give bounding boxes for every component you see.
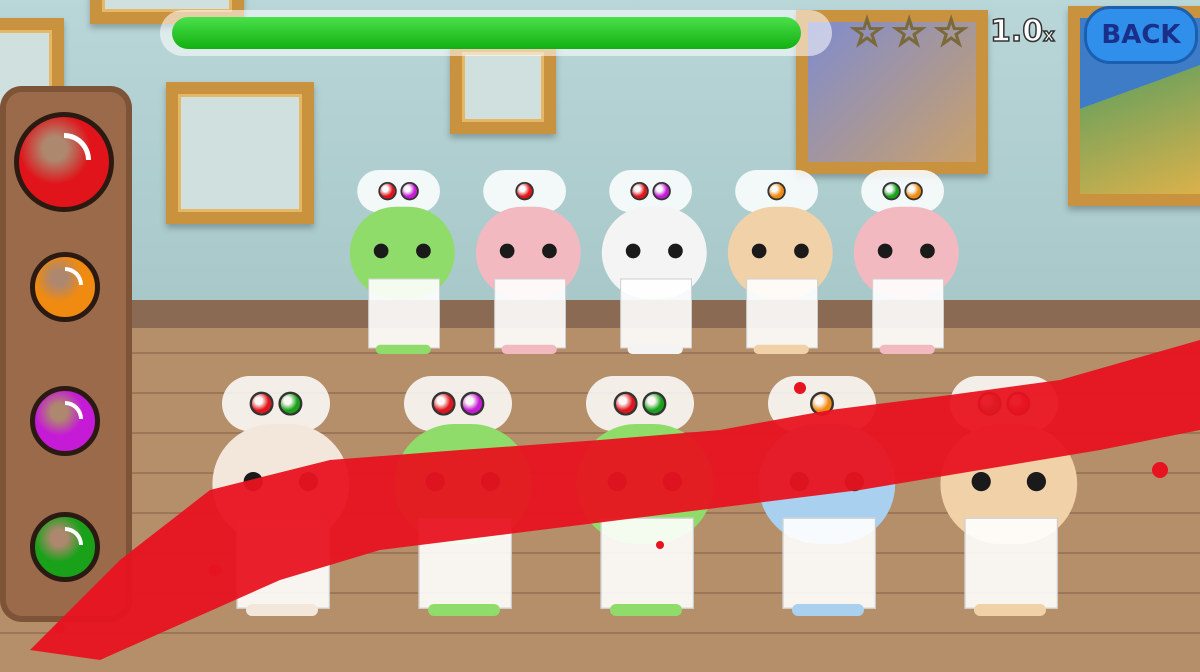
- legs: [375, 344, 431, 354]
- red-dot-icon: [249, 391, 274, 416]
- blank-sign: [620, 278, 692, 349]
- legs: [879, 344, 935, 354]
- star-icon: ☆: [933, 10, 969, 54]
- red-color-button[interactable]: [14, 112, 114, 212]
- legs: [610, 604, 682, 616]
- blank-sign: [368, 278, 440, 349]
- blank-sign: [236, 517, 330, 609]
- eye: [668, 243, 683, 259]
- shine-icon: [65, 267, 83, 285]
- eye: [789, 472, 809, 492]
- eye: [751, 243, 767, 259]
- legs: [501, 344, 557, 354]
- speed-suffix: x: [1042, 24, 1055, 47]
- eye: [920, 243, 935, 259]
- eye: [416, 243, 431, 259]
- eye: [844, 472, 864, 492]
- eye: [542, 243, 557, 259]
- order-bubble: [950, 376, 1058, 432]
- order-bubble: [768, 376, 876, 432]
- shine-icon: [65, 527, 83, 545]
- eye: [794, 243, 809, 259]
- eye: [877, 243, 893, 259]
- red-dot-icon: [378, 181, 397, 201]
- eye: [298, 472, 318, 492]
- star-icon: ☆: [849, 10, 885, 54]
- red-dot-icon: [630, 181, 649, 201]
- baseboard: [0, 300, 1200, 330]
- green-dot-icon: [882, 181, 901, 201]
- purple-dot-icon: [460, 391, 485, 416]
- picture-frame: [166, 82, 314, 224]
- blank-sign: [782, 517, 876, 609]
- orange-color-button[interactable]: [30, 252, 100, 322]
- purple-dot-icon: [652, 181, 671, 201]
- red-dot-icon: [515, 181, 534, 201]
- eye: [625, 243, 641, 259]
- speed-value: 1.0: [989, 13, 1044, 50]
- order-bubble: [586, 376, 694, 432]
- back-button[interactable]: BACK: [1084, 6, 1198, 64]
- eye: [1026, 472, 1046, 492]
- blank-sign: [494, 278, 566, 349]
- shine-icon: [65, 401, 83, 419]
- progress-bar: [160, 10, 832, 56]
- blank-sign: [746, 278, 818, 349]
- green-dot-icon: [977, 391, 1002, 416]
- star-icon: ☆: [891, 10, 927, 54]
- legs: [792, 604, 864, 616]
- blank-sign: [600, 517, 694, 609]
- eye: [373, 243, 389, 259]
- green-dot-icon: [278, 391, 303, 416]
- eye: [425, 472, 445, 492]
- legs: [974, 604, 1046, 616]
- shine-icon: [64, 133, 91, 160]
- green-dot-icon: [642, 391, 667, 416]
- eye: [607, 472, 627, 492]
- blank-sign: [964, 517, 1058, 609]
- red-dot-icon: [431, 391, 456, 416]
- legs: [246, 604, 318, 616]
- order-bubble: [222, 376, 330, 432]
- green-color-button[interactable]: [30, 512, 100, 582]
- purple-color-button[interactable]: [30, 386, 100, 456]
- legs: [428, 604, 500, 616]
- eye: [499, 243, 515, 259]
- progress-bar-fill: [172, 17, 801, 49]
- orange-dot-icon: [810, 391, 834, 416]
- purple-dot-icon: [400, 181, 419, 201]
- eye: [480, 472, 500, 492]
- orange-dot-icon: [767, 181, 786, 201]
- eye: [971, 472, 991, 492]
- eye: [243, 472, 263, 492]
- legs: [627, 344, 683, 354]
- red-dot-icon: [613, 391, 638, 416]
- color-button-panel: [0, 86, 132, 622]
- legs: [753, 344, 809, 354]
- orange-dot-icon: [904, 181, 923, 201]
- speed-multiplier: 1.0x: [989, 13, 1055, 50]
- red-dot-icon: [1006, 391, 1031, 416]
- blank-sign: [872, 278, 944, 349]
- star-rating: ☆ ☆ ☆: [849, 10, 969, 54]
- eye: [662, 472, 682, 492]
- blank-sign: [418, 517, 512, 609]
- order-bubble: [404, 376, 512, 432]
